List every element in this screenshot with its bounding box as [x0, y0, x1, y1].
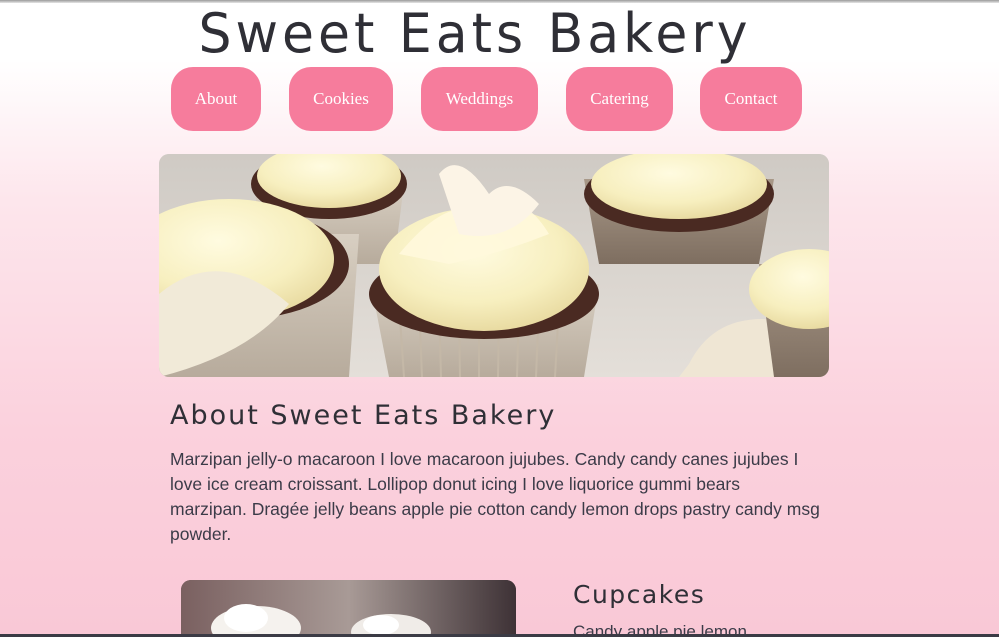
about-paragraph: Marzipan jelly-o macaroon I love macaroo…: [170, 449, 820, 544]
about-heading: About Sweet Eats Bakery: [170, 400, 557, 431]
site-title: Sweet Eats Bakery: [198, 2, 752, 66]
nav-about-button[interactable]: About: [171, 67, 261, 131]
hero-image: [159, 154, 829, 377]
cupcakes-card-image: [181, 580, 516, 637]
nav-cookies-button[interactable]: Cookies: [289, 67, 393, 131]
cupcakes-photo-illustration: [159, 154, 829, 377]
main-nav: About Cookies Weddings Catering Contact: [0, 67, 999, 131]
cupcakes-heading: Cupcakes: [573, 580, 706, 609]
cupcakes-photo-thumbnail: [181, 580, 516, 637]
nav-weddings-button[interactable]: Weddings: [421, 67, 538, 131]
nav-contact-button[interactable]: Contact: [700, 67, 802, 131]
nav-catering-button[interactable]: Catering: [566, 67, 673, 131]
